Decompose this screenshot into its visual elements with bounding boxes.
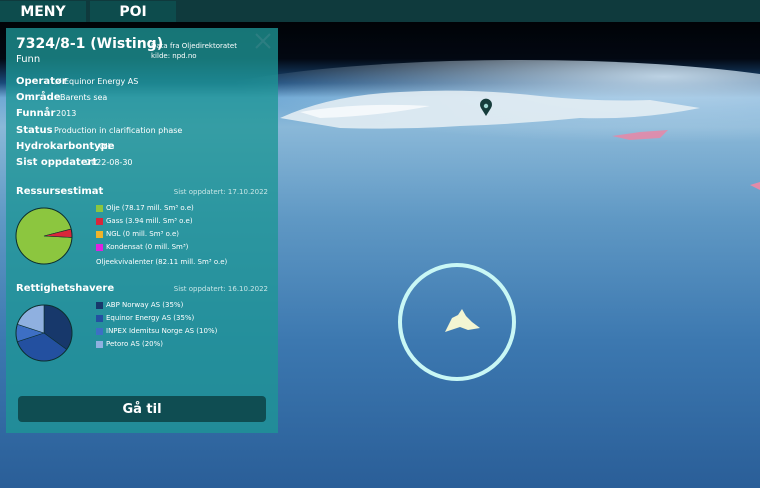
field-value: Production in clarification phase <box>54 126 183 135</box>
operator-row: Operatør Equinor Energy AS <box>16 76 138 87</box>
licensees-heading: Rettighetshavere <box>16 283 115 294</box>
field-value: 2013 <box>56 109 77 118</box>
area-row: Område Barents sea <box>16 92 107 103</box>
legend-label: Olje (78.17 mill. Sm³ o.e) <box>106 204 194 212</box>
legend-item-condensate: Kondensat (0 mill. Sm³) <box>96 243 188 251</box>
panel-subtitle: Funn <box>16 54 41 65</box>
legend-swatch <box>96 217 103 225</box>
field-value: Barents sea <box>60 93 108 102</box>
status-row: Status Production in clarification phase <box>16 125 182 136</box>
legend-swatch <box>96 340 103 348</box>
legend-swatch <box>96 243 103 251</box>
legend-item-oil: Olje (78.17 mill. Sm³ o.e) <box>96 204 194 212</box>
resources-pie-chart <box>15 207 73 265</box>
legend-label: INPEX Idemitsu Norge AS (10%) <box>106 327 218 335</box>
field-label: Status <box>16 125 53 136</box>
discovery-year-row: Funnår 2013 <box>16 108 76 119</box>
legend-label: Gass (3.94 mill. Sm³ o.e) <box>106 217 193 225</box>
legend-item-inpex: INPEX Idemitsu Norge AS (10%) <box>96 327 217 335</box>
resources-heading: Ressursestimat <box>16 186 104 197</box>
field-info-panel: 7324/8-1 (Wisting) Funn Data fra Oljedir… <box>6 28 278 433</box>
legend-swatch <box>96 204 103 212</box>
field-value: OIL <box>99 142 113 151</box>
legend-swatch <box>96 314 103 322</box>
go-to-button[interactable]: Gå til <box>18 396 266 422</box>
legend-label: NGL (0 mill. Sm³ o.e) <box>106 230 180 238</box>
legend-swatch <box>96 327 103 335</box>
legend-item-abp: ABP Norway AS (35%) <box>96 301 183 309</box>
hydrocarbon-type-row: Hydrokarbontype OIL <box>16 141 115 152</box>
close-icon[interactable] <box>254 32 272 50</box>
menu-button[interactable]: MENY <box>0 1 86 22</box>
last-updated-row: Sist oppdatert 2022-08-30 <box>16 157 133 168</box>
legend-item-ngl: NGL (0 mill. Sm³ o.e) <box>96 230 179 238</box>
legend-item-equinor: Equinor Energy AS (35%) <box>96 314 194 322</box>
resources-updated: Sist oppdatert: 17.10.2022 <box>173 188 268 196</box>
source-link: kilde: npd.no <box>151 52 197 60</box>
poi-button[interactable]: POI <box>90 1 176 22</box>
legend-swatch <box>96 230 103 238</box>
panel-title: 7324/8-1 (Wisting) <box>16 36 164 52</box>
field-value: 2022-08-30 <box>86 158 133 167</box>
data-source: Data fra Oljedirektoratet kilde: npd.no <box>151 41 237 61</box>
source-line: Data fra Oljedirektoratet <box>151 42 237 50</box>
legend-label: Petoro AS (20%) <box>106 340 164 348</box>
field-value: Equinor Energy AS <box>64 77 139 86</box>
field-label: Område <box>16 92 61 103</box>
field-label: Funnår <box>16 108 56 119</box>
legend-swatch <box>96 301 103 309</box>
legend-label: ABP Norway AS (35%) <box>106 301 184 309</box>
legend-item-petoro: Petoro AS (20%) <box>96 340 163 348</box>
field-label: Operatør <box>16 76 67 87</box>
legend-label: Kondensat (0 mill. Sm³) <box>106 243 189 251</box>
legend-label: Equinor Energy AS (35%) <box>106 314 195 322</box>
licensees-updated: Sist oppdatert: 16.10.2022 <box>173 285 268 293</box>
oil-equivalent-total: Oljeekvivalenter (82.11 mill. Sm³ o.e) <box>96 258 228 266</box>
licensees-pie-chart <box>15 304 73 362</box>
legend-item-gas: Gass (3.94 mill. Sm³ o.e) <box>96 217 193 225</box>
